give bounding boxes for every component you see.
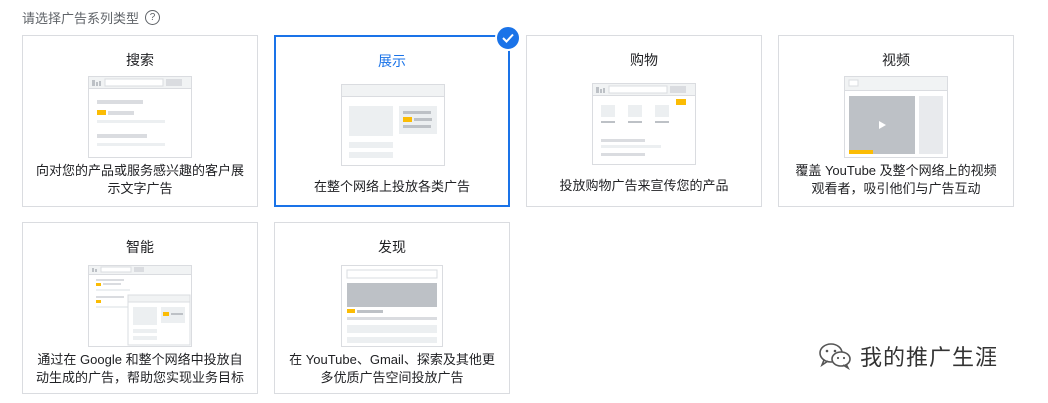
card-title: 智能 [126,239,154,255]
campaign-card-display[interactable]: 展示 在整个网络上投放各类广告 [274,35,510,207]
selected-check-icon [495,25,521,51]
discovery-ad-illustration [341,265,443,347]
card-description: 向对您的产品或服务感兴趣的客户展示文字广告 [35,163,244,196]
card-description: 覆盖 YouTube 及整个网络上的视频观看者，吸引他们与广告互动 [795,163,997,196]
shopping-ad-illustration [592,83,696,165]
help-icon[interactable]: ? [145,10,161,25]
card-title: 搜索 [126,52,154,68]
card-title: 发现 [378,239,406,255]
card-title: 购物 [630,52,658,68]
campaign-card-search[interactable]: 搜索 向对您的产品或服务感兴趣的客户展示文字广告 [22,35,258,207]
card-description: 在 YouTube、Gmail、探索及其他更多优质广告空间投放广告 [289,352,495,385]
watermark-text: 我的推广生涯 [860,345,999,370]
card-description: 在整个网络上投放各类广告 [313,179,470,194]
card-description: 通过在 Google 和整个网络中投放自动生成的广告，帮助您实现业务目标 [35,352,244,385]
watermark: 我的推广生涯 [818,340,998,372]
display-ad-illustration [341,84,445,166]
campaign-type-prompt: 请选择广告系列类型 [22,11,140,26]
search-ad-illustration [88,76,192,158]
campaign-type-header: 请选择广告系列类型 ? [22,8,161,27]
video-ad-illustration [844,76,948,158]
campaign-card-video[interactable]: 视频 覆盖 YouTube 及整个网络上的视频观看者，吸引他们与广告互动 [778,35,1014,207]
card-title: 展示 [378,53,406,69]
card-title: 视频 [882,52,910,68]
campaign-card-smart[interactable]: 智能 通过在 Google 和整个网络中投放自动生成的广告，帮助您实现业务目标 [22,222,258,394]
wechat-icon [819,343,851,370]
campaign-card-shopping[interactable]: 购物 投放购物广告来宣传您的产品 [526,35,762,207]
campaign-card-discovery[interactable]: 发现 在 YouTube、Gmail、探索及其他更多优质广告空间投放广告 [274,222,510,394]
card-description: 投放购物广告来宣传您的产品 [559,178,729,193]
smart-ad-illustration [88,265,192,347]
